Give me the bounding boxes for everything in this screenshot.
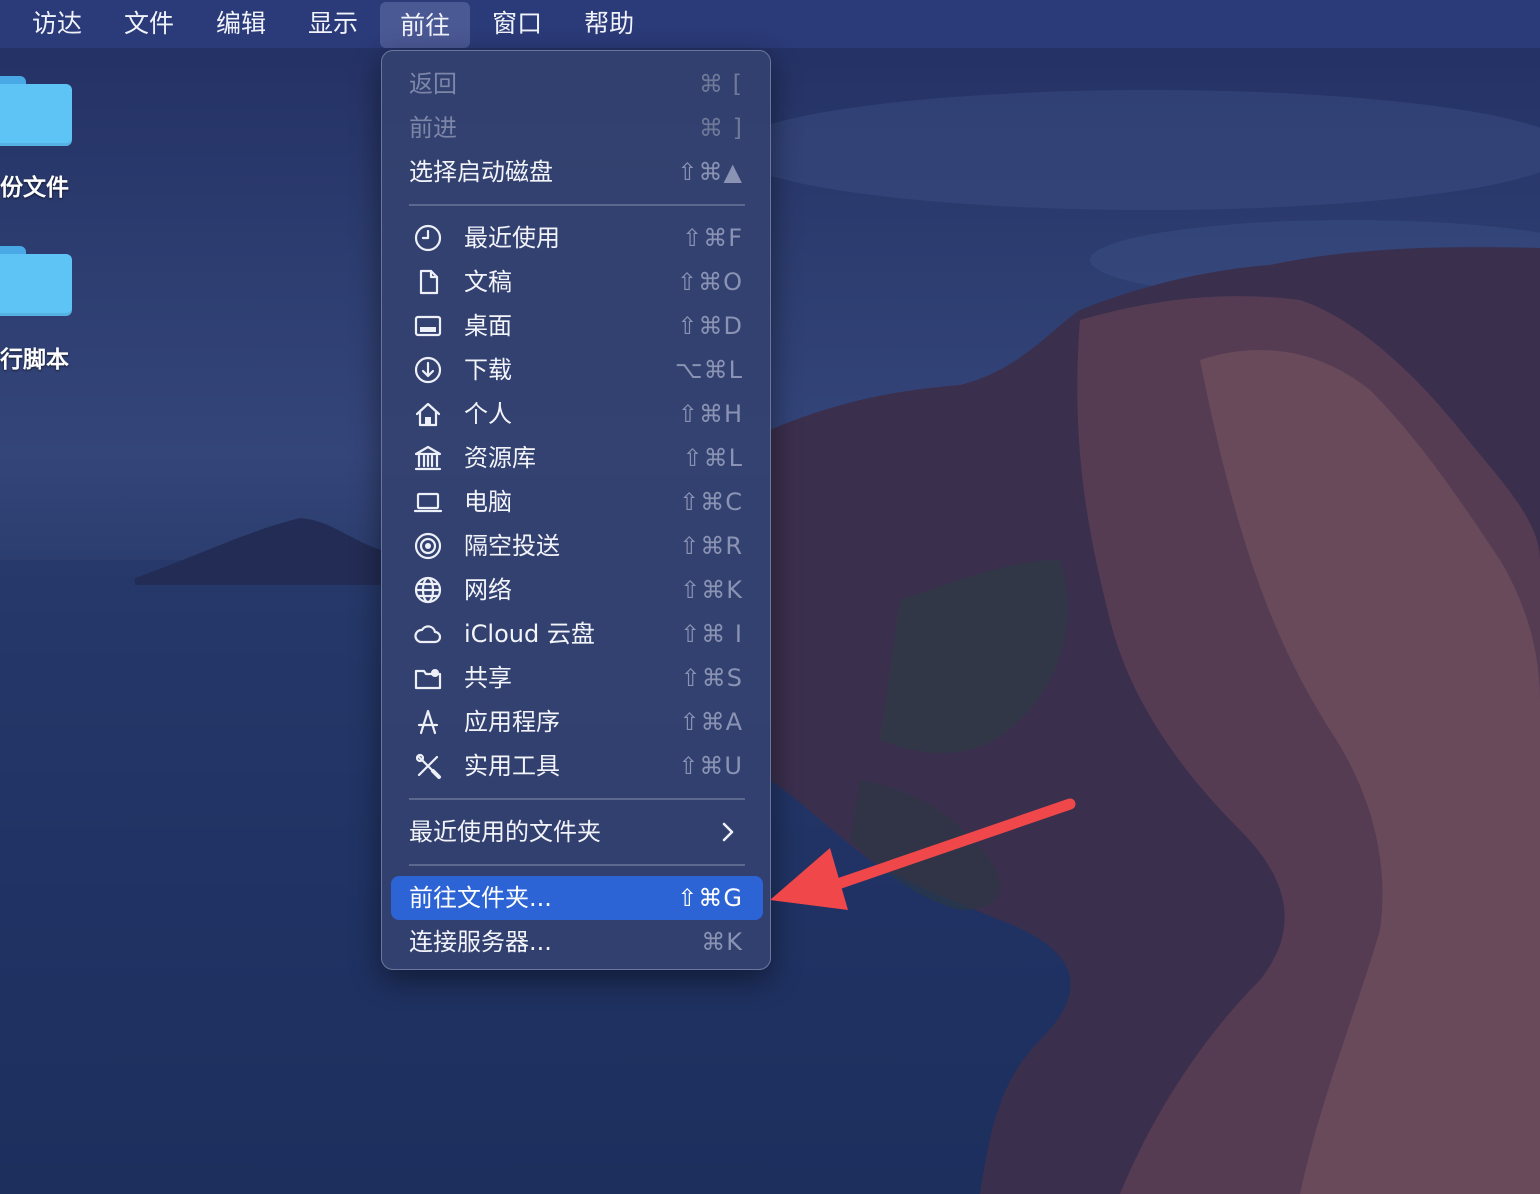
document-icon [413, 267, 443, 297]
go-menu-item-16[interactable]: 最近使用的文件夹 [391, 810, 763, 854]
chevron-right-icon [717, 821, 739, 843]
go-menu-item-15[interactable]: 实用工具 ⇧⌘U [391, 744, 763, 788]
menu-item-shortcut: ⇧⌘A [679, 708, 743, 736]
desktop-folder-label: 行脚本 [0, 347, 69, 373]
menu-item-shortcut: ⇧⌘F [682, 224, 743, 252]
menubar-item-6[interactable]: 帮助 [564, 0, 654, 48]
menu-item-label: 应用程序 [464, 708, 560, 736]
menu-item-label: 选择启动磁盘 [409, 158, 553, 186]
annotation-arrow [770, 798, 1076, 910]
menu-item-label: 最近使用 [464, 224, 560, 252]
desktop-folder-scripts[interactable]: 行脚本 [0, 240, 120, 380]
go-menu-item-11[interactable]: 网络 ⇧⌘K [391, 568, 763, 612]
go-menu-item-14[interactable]: 应用程序 ⇧⌘A [391, 700, 763, 744]
menu-item-shortcut: ⇧⌘L [682, 444, 743, 472]
menu-bar: 访达 文件 编辑 显示 前往 窗口 帮助 [0, 0, 1540, 48]
library-icon [413, 443, 443, 473]
menubar-item-5[interactable]: 窗口 [472, 0, 562, 48]
go-menu-item-10[interactable]: 隔空投送 ⇧⌘R [391, 524, 763, 568]
laptop-icon [413, 487, 443, 517]
menu-item-label: 隔空投送 [464, 532, 560, 560]
menu-item-label: 连接服务器... [409, 928, 552, 956]
menubar-item-4[interactable]: 前往 [380, 2, 471, 48]
menubar-item-1[interactable]: 文件 [104, 0, 194, 48]
go-menu-item-6[interactable]: 下载 ⌥⌘L [391, 348, 763, 392]
menu-item-shortcut: ⇧⌘K [680, 576, 743, 604]
desktop-folder-label: 份文件 [0, 175, 69, 201]
menu-item-shortcut: ⇧⌘S [680, 664, 743, 692]
home-icon [413, 399, 443, 429]
globe-icon [413, 575, 443, 605]
menu-item-shortcut: ⇧⌘C [679, 488, 743, 516]
menubar-item-2[interactable]: 编辑 [196, 0, 286, 48]
menu-item-label: 前进 [409, 114, 457, 142]
go-menu-item-2[interactable]: 选择启动磁盘 ⇧⌘▲ [391, 150, 763, 194]
go-menu-item-18[interactable]: 连接服务器... ⌘K [391, 920, 763, 964]
applications-icon [413, 707, 443, 737]
menu-item-shortcut: ⌘K [701, 928, 743, 956]
go-menu-item-4[interactable]: 文稿 ⇧⌘O [391, 260, 763, 304]
go-menu-item-17[interactable]: 前往文件夹... ⇧⌘G [391, 876, 763, 920]
menu-item-shortcut: ⇧⌘▲ [677, 158, 743, 186]
menu-item-label: 返回 [409, 70, 457, 98]
go-menu-dropdown: 返回 ⌘ [ 前进 ⌘ ] 选择启动磁盘 ⇧⌘▲ 最近使用 ⇧⌘F 文稿 ⇧⌘O 桌面 ⇧⌘D 下载 ⌥⌘… [381, 50, 771, 970]
menu-item-label: 前往文件夹... [409, 884, 552, 912]
go-menu-item-12[interactable]: iCloud 云盘 ⇧⌘ I [391, 612, 763, 656]
go-menu-item-1: 前进 ⌘ ] [391, 106, 763, 150]
go-menu-item-13[interactable]: 共享 ⇧⌘S [391, 656, 763, 700]
menu-item-label: 最近使用的文件夹 [409, 818, 601, 846]
menu-item-label: 网络 [464, 576, 512, 604]
folder-icon [0, 76, 72, 146]
menu-item-label: 下载 [464, 356, 512, 384]
desktop-icon [413, 311, 443, 341]
menu-item-label: 桌面 [464, 312, 512, 340]
download-icon [413, 355, 443, 385]
menu-item-shortcut: ⇧⌘O [677, 268, 743, 296]
go-menu-item-5[interactable]: 桌面 ⇧⌘D [391, 304, 763, 348]
clock-icon [413, 223, 443, 253]
menu-item-shortcut: ⌘ [ [699, 70, 743, 98]
menu-item-shortcut: ⇧⌘D [677, 312, 743, 340]
go-menu-item-9[interactable]: 电脑 ⇧⌘C [391, 480, 763, 524]
menu-item-shortcut: ⌥⌘L [674, 356, 743, 384]
menu-separator [409, 798, 745, 800]
menu-item-shortcut: ⇧⌘ I [680, 620, 743, 648]
menu-separator [409, 864, 745, 866]
menubar-item-3[interactable]: 显示 [288, 0, 378, 48]
menubar-item-0[interactable]: 访达 [12, 0, 102, 48]
menu-separator [409, 204, 745, 206]
go-menu-item-8[interactable]: 资源库 ⇧⌘L [391, 436, 763, 480]
airdrop-icon [413, 531, 443, 561]
tools-icon [413, 751, 443, 781]
menu-item-shortcut: ⇧⌘G [677, 884, 743, 912]
go-menu-item-3[interactable]: 最近使用 ⇧⌘F [391, 216, 763, 260]
menu-item-shortcut: ⇧⌘R [679, 532, 743, 560]
cloud-icon [413, 619, 443, 649]
go-menu-item-7[interactable]: 个人 ⇧⌘H [391, 392, 763, 436]
menu-item-shortcut: ⇧⌘U [678, 752, 743, 780]
menu-item-shortcut: ⌘ ] [699, 114, 743, 142]
shared-folder-icon [413, 663, 443, 693]
menu-item-label: 电脑 [464, 488, 512, 516]
menu-item-label: 个人 [464, 400, 512, 428]
menu-item-shortcut: ⇧⌘H [677, 400, 743, 428]
menu-item-label: iCloud 云盘 [464, 620, 595, 648]
menu-item-label: 共享 [464, 664, 512, 692]
folder-icon [0, 246, 72, 316]
menu-item-label: 资源库 [464, 444, 536, 472]
menu-item-label: 实用工具 [464, 752, 560, 780]
menu-item-label: 文稿 [464, 268, 512, 296]
go-menu-item-0: 返回 ⌘ [ [391, 62, 763, 106]
desktop-folder-backup[interactable]: 份文件 [0, 70, 120, 210]
